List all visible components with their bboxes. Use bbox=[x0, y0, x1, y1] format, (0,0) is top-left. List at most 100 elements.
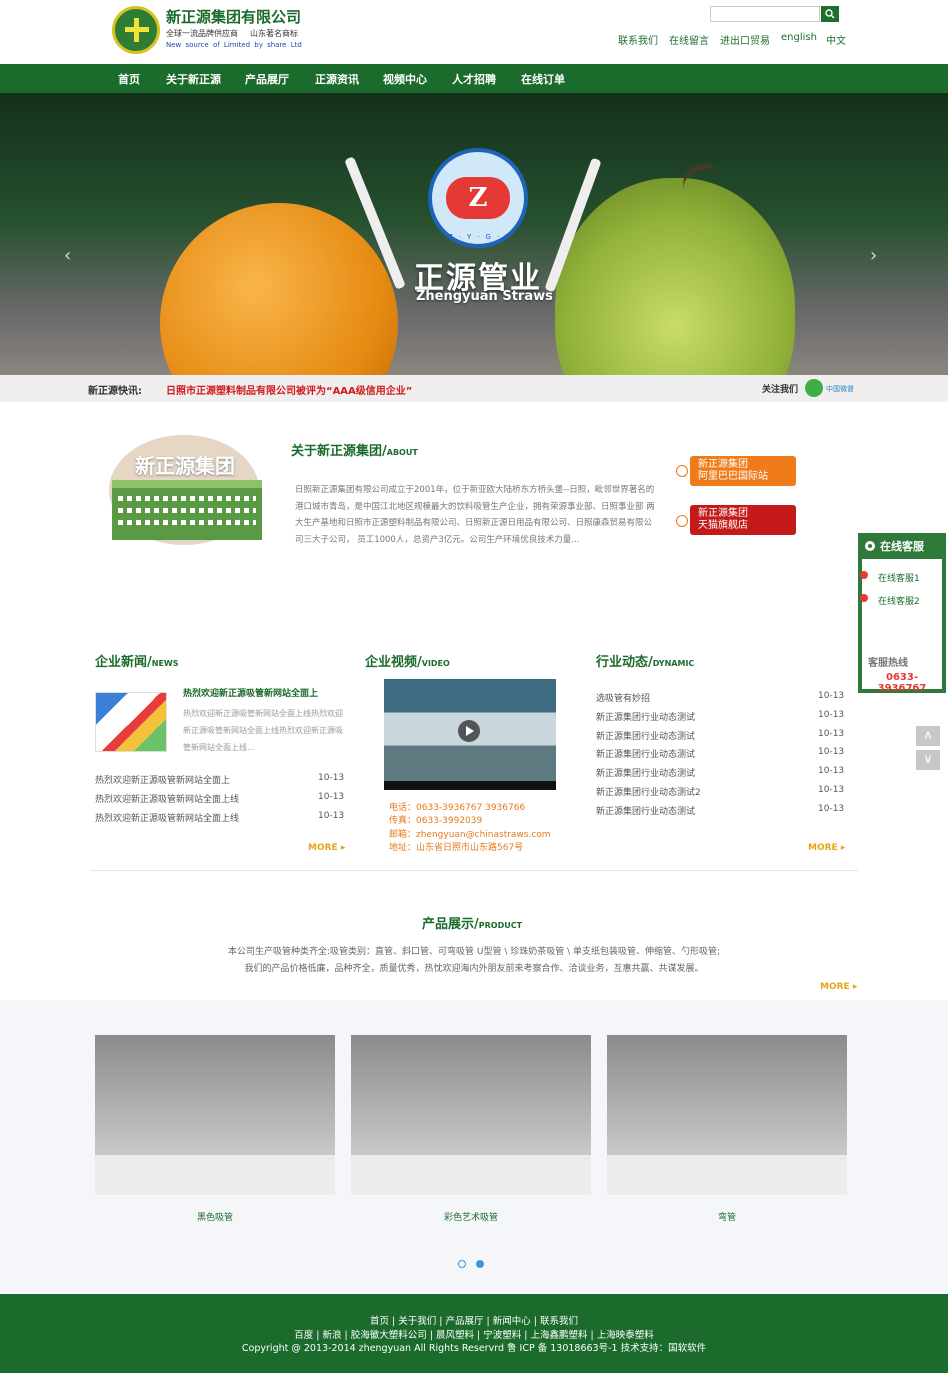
about-title-en: ABOUT bbox=[386, 448, 418, 457]
product-image-bendy-straws[interactable] bbox=[607, 1035, 847, 1195]
news-ticker: 新正源快讯: 日照市正源塑料制品有限公司被评为“AAA级信用企业” 关注我们 中… bbox=[0, 375, 948, 402]
nav-jobs[interactable]: 人才招聘 bbox=[452, 71, 496, 87]
building-windows bbox=[118, 496, 256, 501]
nav-home[interactable]: 首页 bbox=[118, 71, 140, 87]
news-item[interactable]: 热烈欢迎新正源吸管新网站全面上线 bbox=[95, 792, 239, 805]
wechat-icon[interactable] bbox=[805, 379, 823, 397]
bullet-icon bbox=[676, 515, 688, 527]
about-title[interactable]: 关于新正源集团/ABOUT bbox=[291, 440, 418, 459]
dynamic-date: 10-13 bbox=[818, 785, 845, 795]
video-title[interactable]: 企业视频/VIDEO bbox=[365, 651, 450, 670]
service-hotline: 客服热线 bbox=[868, 658, 908, 669]
dynamic-date: 10-13 bbox=[818, 729, 845, 739]
scroll-up-icon[interactable]: ∧ bbox=[916, 726, 940, 746]
about-building-image bbox=[112, 480, 262, 540]
product-image-black-straws[interactable] bbox=[95, 1035, 335, 1195]
service-title: 在线客服 bbox=[880, 540, 924, 553]
contact-fax: 传真：0633-3992039 bbox=[389, 816, 483, 826]
contact-phone: 电话：0633-3936767 3936766 bbox=[389, 803, 526, 813]
footer-copyright: Copyright @ 2013-2014 zhengyuan All Righ… bbox=[241, 1343, 707, 1354]
news-item[interactable]: 热烈欢迎新正源吸管新网站全面上线 bbox=[95, 811, 239, 824]
alibaba-badge[interactable]: 新正源集团 阿里巴巴国际站 bbox=[690, 456, 796, 486]
dynamic-title-en: DYNAMIC bbox=[652, 659, 695, 668]
tmall-badge[interactable]: 新正源集团 天猫旗舰店 bbox=[690, 505, 796, 535]
banner-subtitle: Zhengyuan Straws bbox=[416, 289, 553, 304]
dynamic-item[interactable]: 选吸管有妙招 bbox=[596, 691, 650, 704]
about-image-text: 新正源集团 bbox=[135, 454, 235, 478]
dynamic-date: 10-13 bbox=[818, 804, 845, 814]
service-body: 在线客服1 在线客服2 客服热线 0633-3936767 bbox=[860, 559, 942, 694]
news-more-link[interactable]: MORE ▸ bbox=[308, 843, 345, 853]
link-trade[interactable]: 进出口贸易 bbox=[720, 32, 770, 47]
dynamic-more-link[interactable]: MORE ▸ bbox=[808, 843, 845, 853]
product-title[interactable]: 产品展示/PRODUCT bbox=[422, 913, 522, 932]
news-date: 10-13 bbox=[318, 773, 345, 783]
contact-email[interactable]: 邮箱：zhengyuan@chinastraws.com bbox=[389, 827, 551, 840]
footer-nav-links[interactable]: 首页 | 关于我们 | 产品展厅 | 新闻中心 | 联系我们 bbox=[0, 1313, 948, 1327]
about-text: 日照新正源集团有限公司成立于2001年，位于新亚欧大陆桥东方桥头堡--日照，毗邻… bbox=[295, 485, 655, 545]
play-icon[interactable] bbox=[458, 720, 480, 742]
emblem-letters: Z·Y·G·Y bbox=[448, 233, 516, 241]
ticker-text[interactable]: 日照市正源塑料制品有限公司被评为“AAA级信用企业” bbox=[166, 382, 412, 397]
dynamic-date: 10-13 bbox=[818, 710, 845, 720]
dynamic-item[interactable]: 新正源集团行业动态测试 bbox=[596, 729, 695, 742]
dynamic-item[interactable]: 新正源集团行业动态测试2 bbox=[596, 785, 701, 798]
service-header[interactable]: 在线客服 bbox=[858, 533, 946, 559]
search-button[interactable] bbox=[821, 6, 839, 22]
banner-next-icon[interactable]: › bbox=[870, 245, 877, 266]
news-title[interactable]: 企业新闻/NEWS bbox=[95, 651, 179, 670]
nav-about[interactable]: 关于新正源 bbox=[166, 71, 221, 87]
footer-friend-links[interactable]: 百度 | 新浪 | 胶海徽大塑料公司 | 晨风塑料 | 宁波塑料 | 上海鑫鹏塑… bbox=[0, 1327, 948, 1341]
carousel-dot[interactable] bbox=[458, 1260, 466, 1268]
nav-orders[interactable]: 在线订单 bbox=[521, 71, 565, 87]
link-english[interactable]: english bbox=[781, 32, 817, 43]
product-description: 本公司生产吸管种类齐全:吸管类别：直管、斜口管、可弯吸管 U型管 \ 珍珠奶茶吸… bbox=[150, 944, 798, 978]
search-input[interactable] bbox=[710, 6, 820, 22]
product-title-cn: 产品展示/ bbox=[422, 917, 479, 932]
dynamic-item[interactable]: 新正源集团行业动态测试 bbox=[596, 710, 695, 723]
news-item[interactable]: 热烈欢迎新正源吸管新网站全面上 bbox=[95, 773, 230, 786]
main-nav: 首页 关于新正源 产品展厅 正源资讯 视频中心 人才招聘 在线订单 bbox=[0, 64, 948, 93]
news-thumbnail[interactable] bbox=[95, 692, 167, 752]
brand-name: 新正源集团有限公司 bbox=[166, 8, 302, 26]
dynamic-item[interactable]: 新正源集团行业动态测试 bbox=[596, 747, 695, 760]
service-phone: 0633-3936767 bbox=[877, 672, 927, 694]
follow-label: 关注我们 bbox=[762, 385, 799, 395]
service-agent-1[interactable]: 在线客服1 bbox=[878, 571, 920, 584]
brand-english: New source of Limited by share Ltd bbox=[166, 41, 302, 49]
news-title-cn: 企业新闻/ bbox=[95, 655, 152, 670]
video-title-cn: 企业视频/ bbox=[365, 655, 422, 670]
dynamic-date: 10-13 bbox=[818, 747, 845, 757]
carousel-dot-active[interactable] bbox=[476, 1260, 484, 1268]
dynamic-item[interactable]: 新正源集团行业动态测试 bbox=[596, 766, 695, 779]
dynamic-title[interactable]: 行业动态/DYNAMIC bbox=[596, 651, 694, 670]
service-agent-2[interactable]: 在线客服2 bbox=[878, 594, 920, 607]
dynamic-item[interactable]: 新正源集团行业动态测试 bbox=[596, 804, 695, 817]
news-feature-title[interactable]: 热烈欢迎新正源吸管新网站全面上 bbox=[183, 686, 318, 699]
banner-prev-icon[interactable]: ‹ bbox=[64, 245, 71, 266]
service-icon bbox=[865, 541, 875, 551]
footer: 首页 | 关于我们 | 产品展厅 | 新闻中心 | 联系我们 百度 | 新浪 |… bbox=[0, 1294, 948, 1373]
product-image-color-straws[interactable] bbox=[351, 1035, 591, 1195]
product-caption[interactable]: 黑色吸管 bbox=[95, 1210, 335, 1223]
logo[interactable] bbox=[112, 6, 160, 54]
pear-image bbox=[555, 178, 795, 375]
product-caption[interactable]: 彩色艺术吸管 bbox=[351, 1210, 591, 1223]
link-chinese[interactable]: 中文 bbox=[826, 32, 846, 47]
nav-video[interactable]: 视频中心 bbox=[383, 71, 427, 87]
contact-address: 地址：山东省日照市山东路567号 bbox=[389, 843, 524, 853]
news-title-en: NEWS bbox=[151, 659, 179, 668]
nav-news[interactable]: 正源资讯 bbox=[315, 71, 359, 87]
orange-image bbox=[160, 203, 398, 375]
product-title-en: PRODUCT bbox=[478, 921, 523, 930]
news-feature-body: 热烈欢迎新正源吸管新网站全面上线热烈欢迎新正源吸管新网站全面上线热烈欢迎新正源吸… bbox=[183, 709, 343, 752]
product-caption[interactable]: 弯管 bbox=[607, 1210, 847, 1223]
product-more-link[interactable]: MORE ▸ bbox=[820, 982, 857, 992]
qq-icon bbox=[860, 571, 868, 579]
link-message[interactable]: 在线留言 bbox=[669, 32, 709, 47]
nav-products[interactable]: 产品展厅 bbox=[245, 71, 289, 87]
ticker-label: 新正源快讯: bbox=[88, 386, 142, 397]
building-windows bbox=[118, 520, 256, 525]
link-contact[interactable]: 联系我们 bbox=[618, 32, 658, 47]
scroll-down-icon[interactable]: ∨ bbox=[916, 750, 940, 770]
